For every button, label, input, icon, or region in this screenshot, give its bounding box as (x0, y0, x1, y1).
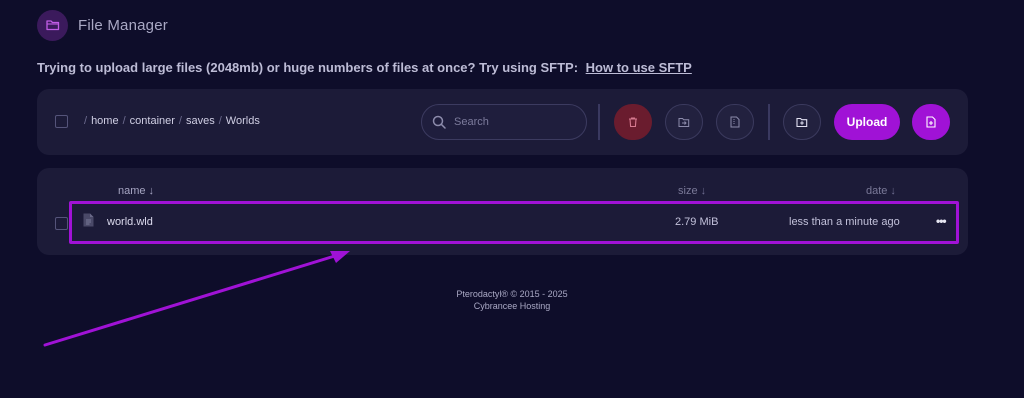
host-name: Cybrancee Hosting (473, 301, 551, 311)
breadcrumb-item[interactable]: saves (186, 115, 215, 127)
search-box[interactable] (421, 104, 587, 140)
file-name[interactable]: world.wld (107, 216, 153, 228)
sftp-help-link[interactable]: How to use SFTP (586, 60, 692, 75)
copyright-text: Pterodactyl® © 2015 - 2025 (456, 289, 568, 299)
file-plus-icon (926, 116, 936, 128)
move-button[interactable] (665, 104, 703, 140)
notice-text: Trying to upload large files (2048mb) or… (37, 60, 579, 75)
row-checkbox[interactable] (55, 217, 68, 230)
table-row[interactable]: world.wld 2.79 MiB less than a minute ag… (37, 204, 968, 242)
column-header-size[interactable]: size ↓ (678, 185, 706, 197)
file-icon (83, 213, 94, 232)
breadcrumb-item-current: Worlds (225, 115, 260, 127)
delete-button[interactable] (614, 104, 652, 140)
file-date: less than a minute ago (789, 216, 900, 228)
upload-button[interactable]: Upload (834, 104, 900, 140)
archive-icon (730, 116, 740, 128)
column-header-date[interactable]: date ↓ (866, 185, 896, 197)
toolbar-divider (598, 104, 600, 140)
breadcrumb-item[interactable]: container (130, 115, 175, 127)
folder-open-icon (37, 9, 68, 41)
sort-arrow-icon: ↓ (148, 185, 155, 197)
search-input[interactable] (454, 116, 574, 128)
new-file-button[interactable] (912, 104, 950, 140)
sort-arrow-icon: ↓ (700, 185, 707, 197)
folder-plus-icon (796, 117, 808, 127)
search-icon (432, 115, 446, 129)
column-header-name[interactable]: name ↓ (118, 185, 154, 197)
file-toolbar: / home / container / saves / Worlds Uplo… (37, 89, 968, 155)
file-table: name ↓ size ↓ date ↓ world.wld 2.79 MiB les… (37, 168, 968, 255)
page-title: File Manager (78, 16, 168, 34)
new-folder-button[interactable] (783, 104, 821, 140)
folder-move-icon (678, 117, 690, 127)
select-all-checkbox[interactable] (55, 115, 68, 128)
trash-icon (629, 117, 637, 128)
file-size: 2.79 MiB (675, 216, 719, 228)
archive-button[interactable] (716, 104, 754, 140)
sftp-notice: Trying to upload large files (2048mb) or… (37, 60, 692, 75)
toolbar-divider (768, 104, 770, 140)
breadcrumb-item[interactable]: home (91, 115, 119, 127)
footer: Pterodactyl® © 2015 - 2025 Cybrancee Hos… (0, 288, 1024, 312)
sort-arrow-icon: ↓ (890, 185, 896, 197)
more-options-icon[interactable]: ••• (936, 214, 947, 228)
breadcrumb: / home / container / saves / Worlds (84, 115, 260, 127)
page-header: File Manager (37, 9, 168, 41)
